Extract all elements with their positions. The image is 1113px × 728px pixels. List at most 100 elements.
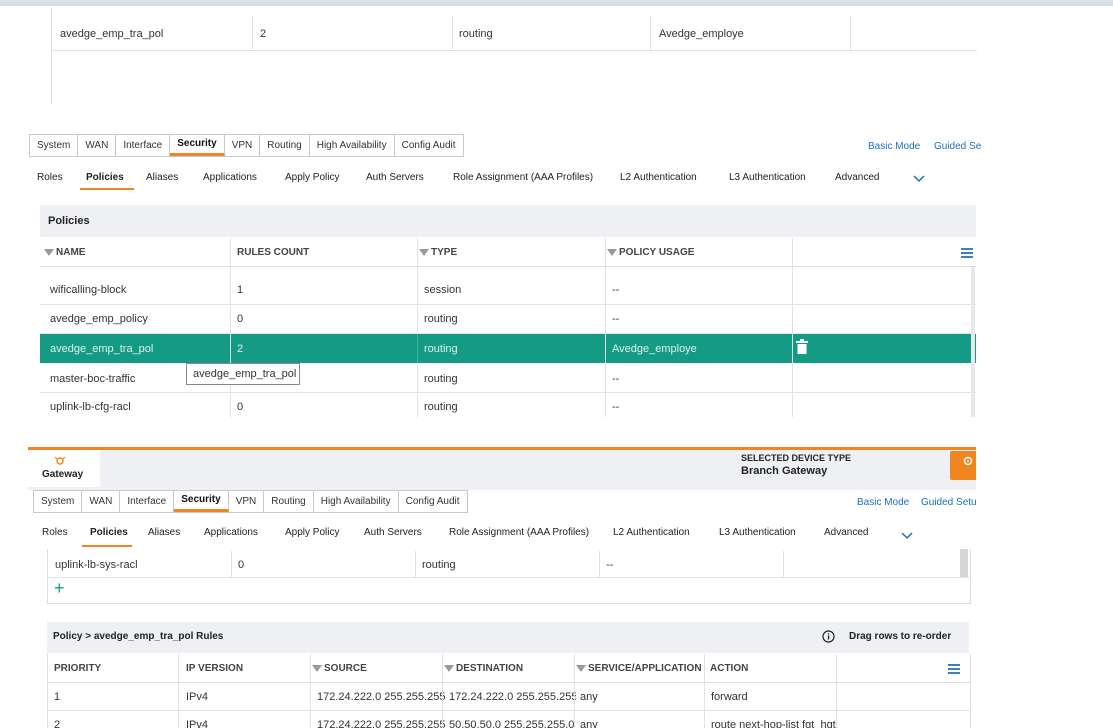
table-row[interactable]: avedge_emp_tra_pol 2 routing Avedge_empl… — [52, 16, 977, 51]
subnav-auth-servers[interactable]: Auth Servers — [364, 527, 422, 538]
subnav-apply-policy[interactable]: Apply Policy — [285, 527, 339, 538]
subnav-role-assignment[interactable]: Role Assignment (AAA Profiles) — [453, 172, 593, 183]
tab-config-audit[interactable]: Config Audit — [399, 491, 467, 512]
cell-type: routing — [424, 343, 458, 355]
cell-type: session — [424, 284, 462, 296]
tab-config-audit[interactable]: Config Audit — [395, 135, 463, 156]
add-policy-button[interactable]: + — [54, 579, 65, 597]
config-button[interactable] — [950, 451, 976, 480]
tab-interface[interactable]: Interface — [120, 491, 175, 512]
column-menu-icon[interactable] — [961, 248, 973, 260]
guided-setup-link[interactable]: Guided Setu — [921, 497, 977, 508]
tab-wan[interactable]: WAN — [78, 135, 117, 156]
cell-count: 2 — [237, 343, 244, 355]
col-service[interactable]: SERVICE/APPLICATION — [576, 663, 702, 674]
col-source[interactable]: SOURCE — [312, 663, 367, 674]
col-action[interactable]: ACTION — [710, 663, 748, 674]
subnav-l3-auth[interactable]: L3 Authentication — [719, 527, 796, 538]
tab-wan[interactable]: WAN — [82, 491, 121, 512]
table-row[interactable]: master-boc-traffic routing -- — [40, 364, 976, 393]
chevron-down-icon[interactable] — [913, 175, 925, 183]
table-row[interactable]: avedge_emp_policy 0 routing -- — [40, 305, 976, 334]
rules-panel-header: Policy > avedge_emp_tra_pol Rules Drag r… — [47, 622, 969, 653]
lower-policies-table: uplink-lb-sys-racl 0 routing -- + — [47, 549, 971, 604]
filter-icon[interactable] — [607, 248, 617, 256]
guided-setup-link[interactable]: Guided Se — [934, 141, 981, 152]
tab-security[interactable]: Security — [174, 491, 229, 512]
cell-priority: 1 — [54, 691, 61, 703]
basic-mode-link[interactable]: Basic Mode — [857, 497, 909, 508]
col-type[interactable]: TYPE — [419, 247, 457, 258]
cell-usage: -- — [612, 313, 620, 325]
subnav-auth-servers[interactable]: Auth Servers — [366, 172, 424, 183]
subnav-aliases[interactable]: Aliases — [148, 527, 180, 538]
table-row[interactable]: 1 IPv4 172.24.222.0 255.255.255.0 172.24… — [48, 683, 970, 711]
col-rules-count[interactable]: RULES COUNT — [237, 247, 309, 258]
scrollbar[interactable] — [960, 549, 968, 577]
subnav-l2-auth[interactable]: L2 Authentication — [613, 527, 690, 538]
subnav-policies[interactable]: Policies — [90, 527, 128, 538]
tab-routing[interactable]: Routing — [260, 135, 310, 156]
col-ip-version[interactable]: IP VERSION — [186, 663, 243, 674]
subnav-aliases[interactable]: Aliases — [146, 172, 178, 183]
filter-icon[interactable] — [312, 664, 322, 672]
col-policy-usage[interactable]: POLICY USAGE — [607, 247, 694, 258]
subnav-roles[interactable]: Roles — [37, 172, 63, 183]
subnav-advanced[interactable]: Advanced — [835, 172, 879, 183]
cell-source: 172.24.222.0 255.255.255.0 — [317, 691, 445, 703]
tab-high-availability[interactable]: High Availability — [310, 135, 395, 156]
tab-vpn[interactable]: VPN — [225, 135, 261, 156]
tab-system[interactable]: System — [30, 135, 79, 156]
tab-vpn[interactable]: VPN — [229, 491, 265, 512]
cell-action: route next-hop-list fgt_hgt — [711, 719, 836, 728]
chevron-down-icon[interactable] — [901, 532, 913, 540]
cell-usage: Avedge_employe — [659, 28, 744, 40]
column-menu-icon[interactable] — [948, 664, 960, 676]
cell-type: routing — [424, 401, 458, 413]
cell-type: routing — [424, 373, 458, 385]
scrollbar[interactable] — [971, 267, 975, 417]
basic-mode-link[interactable]: Basic Mode — [868, 141, 920, 152]
divider — [417, 363, 418, 417]
subnav-advanced[interactable]: Advanced — [824, 527, 868, 538]
cell-priority: 2 — [54, 719, 61, 728]
filter-icon[interactable] — [419, 248, 429, 256]
cell-count: 0 — [238, 559, 245, 571]
selected-device-label: SELECTED DEVICE TYPE — [741, 453, 852, 463]
cell-name: master-boc-traffic — [50, 373, 136, 385]
subnav-policies[interactable]: Policies — [86, 172, 124, 183]
subnav-applications[interactable]: Applications — [203, 172, 257, 183]
filter-icon[interactable] — [444, 664, 454, 672]
filter-icon[interactable] — [576, 664, 586, 672]
subnav-l2-auth[interactable]: L2 Authentication — [620, 172, 697, 183]
table-row[interactable]: wificalling-block 1 session -- — [40, 275, 976, 305]
subnav-roles[interactable]: Roles — [42, 527, 68, 538]
rules-table-header: PRIORITY IP VERSION SOURCE DESTINATION S… — [47, 654, 971, 683]
col-name[interactable]: NAME — [44, 247, 85, 258]
tab-security[interactable]: Security — [170, 135, 225, 156]
table-row[interactable]: uplink-lb-cfg-racl 0 routing -- — [40, 393, 976, 417]
tab-system[interactable]: System — [34, 491, 83, 512]
subnav-l3-auth[interactable]: L3 Authentication — [729, 172, 806, 183]
tab-high-availability[interactable]: High Availability — [314, 491, 399, 512]
col-priority[interactable]: PRIORITY — [54, 663, 101, 674]
rules-table-body: 1 IPv4 172.24.222.0 255.255.255.0 172.24… — [47, 683, 971, 728]
table-row-selected[interactable]: avedge_emp_tra_pol 2 routing Avedge_empl… — [40, 334, 976, 363]
gateway-tab[interactable]: Gateway — [28, 450, 100, 487]
divider — [230, 238, 231, 266]
drag-hint: Drag rows to re-order — [849, 631, 952, 642]
tab-routing[interactable]: Routing — [264, 491, 314, 512]
col-destination[interactable]: DESTINATION — [444, 663, 523, 674]
divider — [442, 683, 443, 728]
filter-icon[interactable] — [44, 248, 54, 256]
cell-count: 0 — [237, 313, 244, 325]
policies-table-body: wificalling-block 1 session -- avedge_em… — [40, 267, 976, 417]
table-row[interactable]: uplink-lb-sys-racl 0 routing -- — [48, 551, 970, 578]
subnav-apply-policy[interactable]: Apply Policy — [285, 172, 339, 183]
tab-interface[interactable]: Interface — [116, 135, 171, 156]
trash-icon[interactable] — [796, 339, 808, 354]
subnav-role-assignment[interactable]: Role Assignment (AAA Profiles) — [449, 527, 589, 538]
cell-destination: 50.50.50.0 255.255.255.0 — [449, 719, 575, 728]
table-row[interactable]: 2 IPv4 172.24.222.0 255.255.255.0 50.50.… — [48, 711, 970, 728]
subnav-applications[interactable]: Applications — [204, 527, 258, 538]
